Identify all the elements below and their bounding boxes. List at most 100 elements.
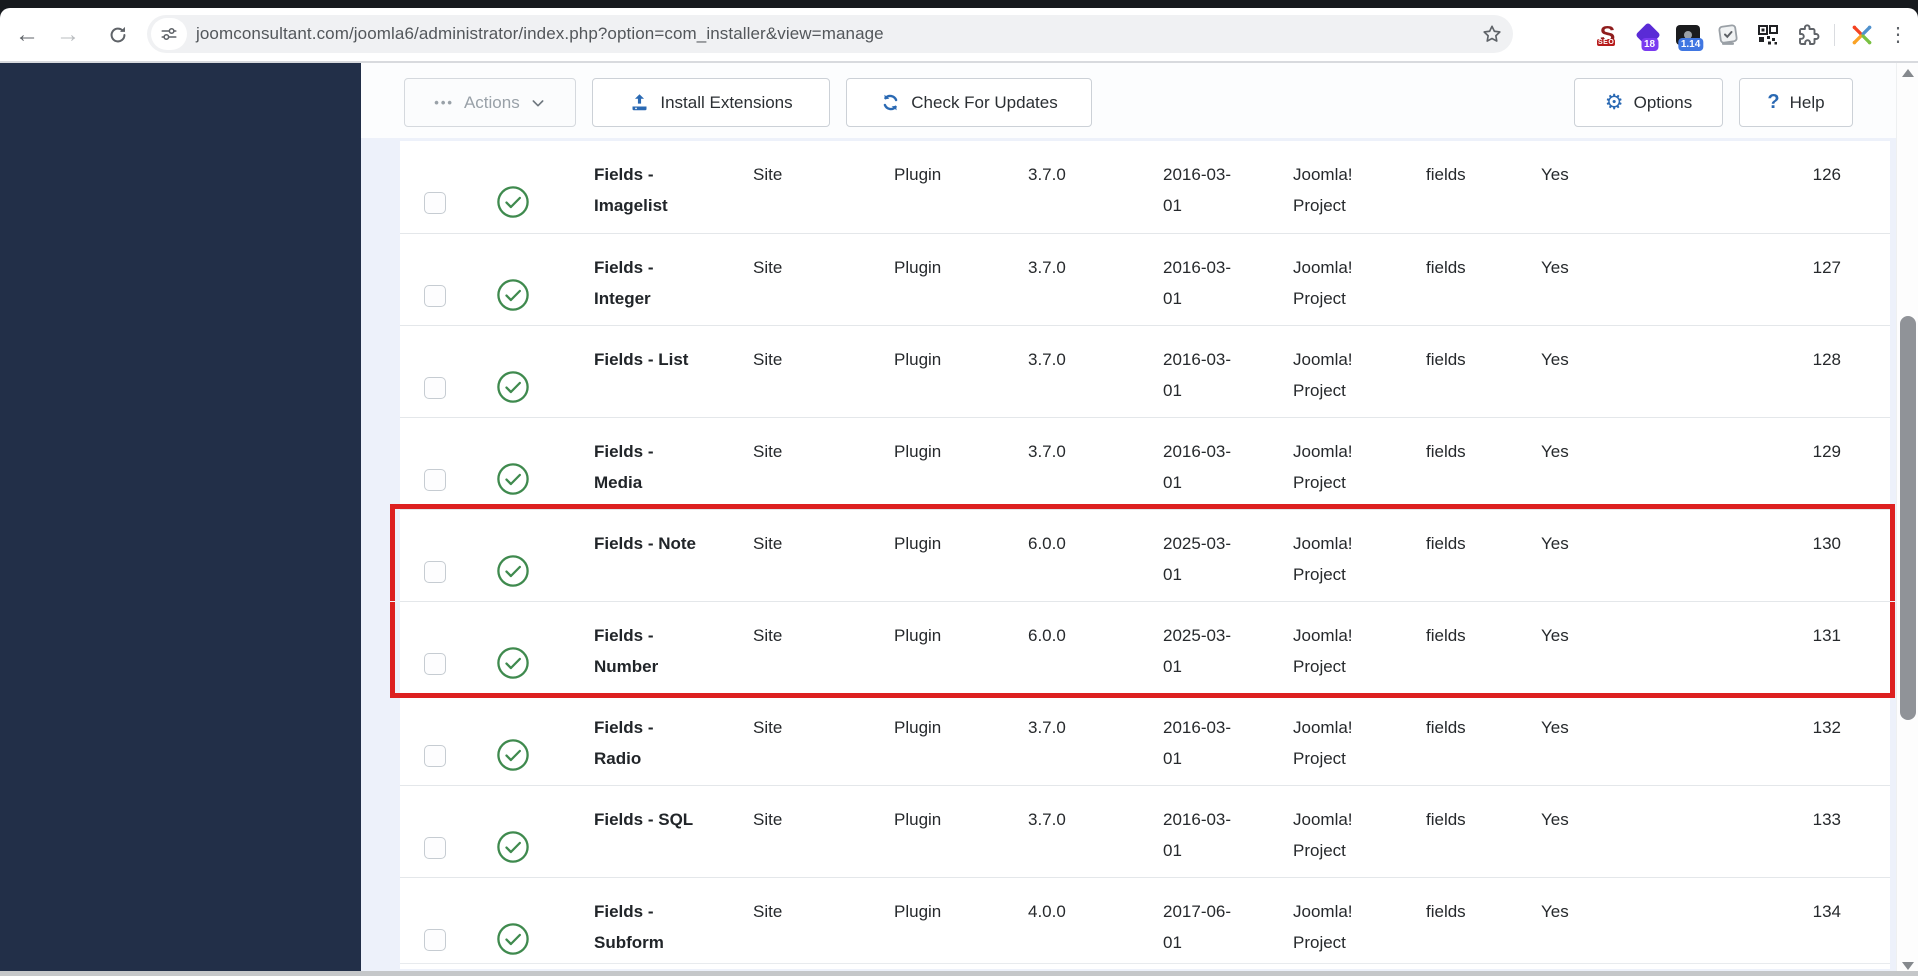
gear-icon: ⚙ [1604, 90, 1624, 114]
extension-row: Fields - Imagelist Site Plugin 3.7.0 201… [400, 141, 1890, 233]
extension-date: 2016-03- 01 [1163, 165, 1232, 215]
extension-id: 126 [1812, 165, 1841, 184]
enabled-status-icon[interactable] [475, 234, 570, 322]
extension-author: Joomla! Project [1293, 810, 1353, 860]
purple-extension-icon[interactable]: 18 [1634, 21, 1661, 51]
extension-author: Joomla! Project [1293, 626, 1353, 676]
bookmark-star-icon[interactable] [1481, 23, 1503, 45]
joomla-profile-avatar[interactable] [1848, 21, 1875, 48]
row-checkbox[interactable] [424, 929, 446, 951]
help-button[interactable]: ? Help [1739, 78, 1853, 127]
url-text[interactable]: joomconsultant.com/joomla6/administrator… [196, 24, 884, 44]
extension-version: 4.0.0 [1028, 902, 1066, 921]
extension-row: Fields - Number Site Plugin 6.0.0 2025-0… [390, 601, 1895, 698]
extension-version: 3.7.0 [1028, 442, 1066, 461]
install-extensions-button[interactable]: Install Extensions [592, 78, 830, 127]
site-info-icon[interactable] [151, 18, 187, 50]
admin-sidebar [0, 63, 361, 976]
extension-location: Site [753, 442, 783, 461]
extension-type: Plugin [894, 534, 942, 553]
options-button[interactable]: ⚙ Options [1574, 78, 1723, 127]
extension-date: 2016-03- 01 [1163, 258, 1232, 308]
extension-author: Joomla! Project [1293, 165, 1353, 215]
extension-version: 3.7.0 [1028, 350, 1066, 369]
enabled-status-icon[interactable] [475, 694, 570, 782]
row-checkbox[interactable] [424, 285, 446, 307]
bottom-edge-bar [0, 971, 1918, 976]
extension-date: 2025-03- 01 [1163, 626, 1232, 676]
actions-dots-icon: ••• [434, 95, 454, 110]
enabled-status-icon[interactable] [475, 418, 570, 506]
enabled-status-icon[interactable] [475, 878, 570, 966]
browser-toolbar: ← → joomconsultant.com/joomla6/administr… [0, 8, 1918, 63]
extension-author: Joomla! Project [1293, 902, 1353, 952]
row-checkbox[interactable] [424, 745, 446, 767]
extensions-puzzle-icon[interactable] [1794, 21, 1821, 48]
extension-name: Fields - List [594, 350, 689, 369]
extension-packaged: Yes [1541, 165, 1569, 184]
actions-button[interactable]: ••• Actions [404, 78, 576, 127]
extension-folder: fields [1426, 626, 1466, 645]
enabled-status-icon[interactable] [475, 326, 570, 414]
forward-icon[interactable]: → [48, 8, 88, 61]
enabled-status-icon[interactable] [475, 141, 570, 229]
extension-date: 2017-06- 01 [1163, 902, 1232, 952]
row-checkbox[interactable] [424, 377, 446, 399]
extension-location: Site [753, 718, 783, 737]
browser-extensions-area: S SEO 18 1.14 ⋮ [1594, 8, 1908, 61]
extension-location: Site [753, 534, 783, 553]
browser-menu-icon[interactable]: ⋮ [1888, 22, 1908, 47]
extension-row: Fields - Subform Site Plugin 4.0.0 2017-… [400, 877, 1890, 969]
extension-packaged: Yes [1541, 534, 1569, 553]
screenshot-extension-icon[interactable]: 1.14 [1674, 21, 1704, 51]
extension-version: 3.7.0 [1028, 165, 1066, 184]
enabled-status-icon[interactable] [475, 602, 570, 690]
seo-extension-icon[interactable]: S SEO [1594, 21, 1621, 48]
enabled-status-icon[interactable] [475, 786, 570, 874]
upload-icon [629, 92, 650, 113]
row-checkbox[interactable] [424, 837, 446, 859]
reload-icon[interactable] [98, 8, 138, 61]
row-checkbox[interactable] [424, 469, 446, 491]
extension-folder: fields [1426, 258, 1466, 277]
extension-location: Site [753, 350, 783, 369]
extension-packaged: Yes [1541, 258, 1569, 277]
extension-location: Site [753, 165, 783, 184]
scrollbar-thumb[interactable] [1900, 316, 1916, 720]
extension-id: 128 [1812, 350, 1841, 369]
blue-extension-badge: 1.14 [1677, 38, 1704, 51]
scrollbar-down-arrow[interactable] [1902, 962, 1914, 970]
extension-id: 133 [1812, 810, 1841, 829]
row-checkbox[interactable] [424, 561, 446, 583]
row-checkbox[interactable] [424, 192, 446, 214]
stamp-extension-icon[interactable] [1714, 21, 1741, 48]
address-bar[interactable]: joomconsultant.com/joomla6/administrator… [147, 15, 1513, 53]
extension-packaged: Yes [1541, 902, 1569, 921]
extension-row: Fields - SQL Site Plugin 3.7.0 2016-03- … [400, 785, 1890, 877]
back-icon[interactable]: ← [7, 8, 47, 61]
check-for-updates-button[interactable]: Check For Updates [846, 78, 1092, 127]
extension-name: Fields - Media [594, 442, 654, 492]
extension-name: Fields - Imagelist [594, 165, 668, 215]
extension-location: Site [753, 626, 783, 645]
extension-location: Site [753, 902, 783, 921]
extension-folder: fields [1426, 165, 1466, 184]
extension-author: Joomla! Project [1293, 350, 1353, 400]
question-mark-icon: ? [1767, 91, 1780, 113]
admin-toolbar: ••• Actions Install Extensions Check For… [361, 63, 1896, 138]
extension-folder: fields [1426, 534, 1466, 553]
refresh-icon [880, 92, 901, 113]
extension-date: 2016-03- 01 [1163, 810, 1232, 860]
extension-type: Plugin [894, 350, 942, 369]
scrollbar-up-arrow[interactable] [1902, 69, 1914, 77]
extension-date: 2016-03- 01 [1163, 718, 1232, 768]
row-checkbox[interactable] [424, 653, 446, 675]
chevron-down-icon [532, 99, 544, 106]
page-scrollbar[interactable] [1896, 63, 1918, 976]
extension-name: Fields - Radio [594, 718, 654, 768]
extension-row: Fields - Media Site Plugin 3.7.0 2016-03… [400, 417, 1890, 509]
enabled-status-icon[interactable] [475, 510, 570, 598]
extension-author: Joomla! Project [1293, 534, 1353, 584]
qr-extension-icon[interactable] [1754, 21, 1781, 48]
extension-version: 6.0.0 [1028, 626, 1066, 645]
